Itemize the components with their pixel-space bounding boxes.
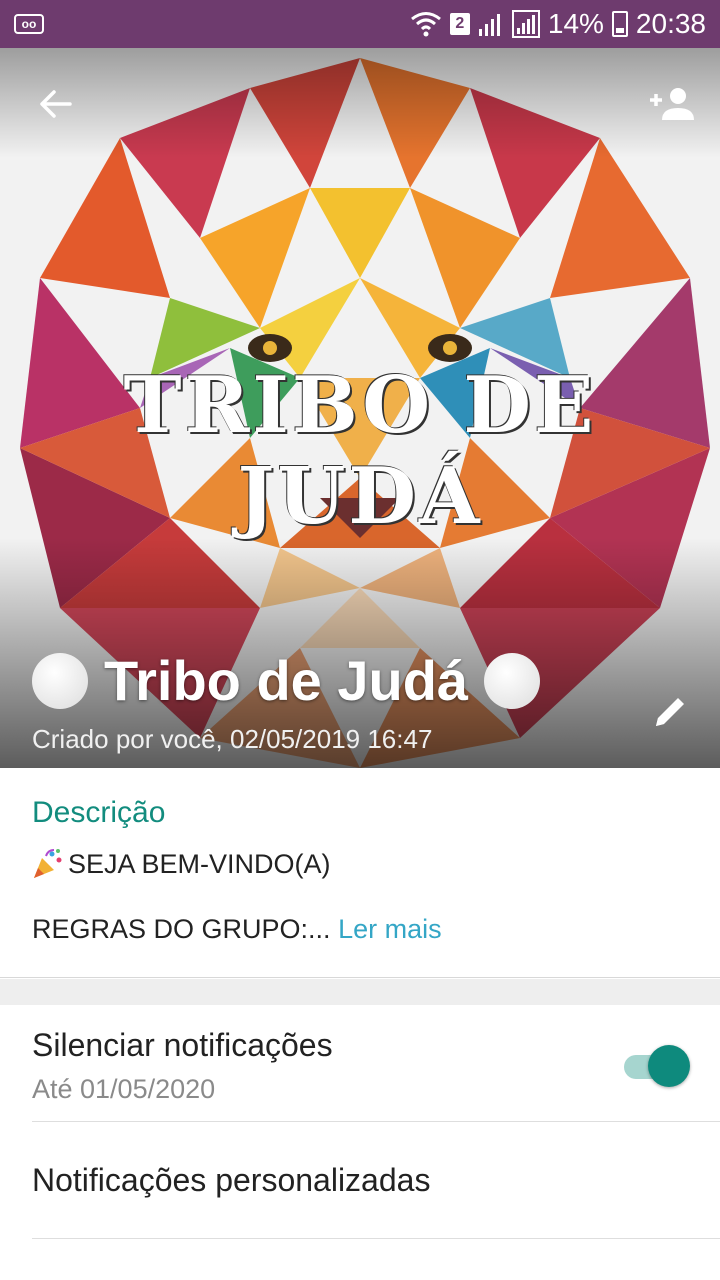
voicemail-icon: oo [14, 14, 44, 34]
status-left: oo [14, 14, 44, 34]
sim-slot-badge: 2 [449, 13, 470, 35]
status-bar: oo 2 14% 20:38 [0, 0, 720, 48]
top-shade [0, 48, 720, 158]
battery-icon [611, 11, 628, 37]
back-arrow-icon [40, 90, 72, 118]
description-rules: REGRAS DO GRUPO:... Ler mais [32, 914, 688, 945]
edit-pencil-icon [656, 698, 684, 726]
wifi-icon [410, 12, 441, 37]
mute-notifications-row[interactable]: Silenciar notificações Até 01/05/2020 [32, 1005, 720, 1122]
clock: 20:38 [635, 8, 706, 39]
mute-notifications-label: Silenciar notificações [32, 1027, 333, 1063]
group-name-row: Tribo de Judá [32, 648, 541, 713]
group-photo[interactable]: TRIBO DE JUDÁ Tribo de Judá Criado por v… [0, 48, 720, 768]
white-circle-emoji-icon [484, 652, 541, 709]
description-welcome: SEJA BEM-VINDO(A) [68, 848, 331, 879]
edit-group-name-button[interactable] [642, 684, 698, 740]
toggle-thumb [648, 1045, 690, 1087]
status-right: 2 14% 20:38 [410, 8, 706, 40]
read-more-link[interactable]: Ler mais [338, 914, 442, 944]
back-button[interactable] [28, 76, 84, 132]
add-participant-icon [650, 88, 694, 120]
rules-text: REGRAS DO GRUPO:... [32, 914, 331, 944]
description-line: SEJA BEM-VINDO(A) [32, 848, 688, 880]
signal-icon [478, 14, 500, 36]
section-divider [0, 979, 720, 1005]
white-circle-emoji-icon [32, 652, 88, 709]
battery-percent: 14% [547, 8, 604, 39]
mute-toggle[interactable] [624, 1045, 690, 1087]
party-popper-icon [34, 849, 62, 878]
created-info: Criado por você, 02/05/2019 16:47 [32, 724, 433, 754]
signal-icon-2 [511, 10, 540, 38]
settings-list: Silenciar notificações Até 01/05/2020 No… [0, 1005, 720, 1239]
description-card[interactable]: Descrição SEJA BEM-VINDO(A) REGRAS DO GR… [0, 768, 720, 978]
image-lettering: TRIBO DE JUDÁ [123, 360, 597, 542]
description-title: Descrição [32, 796, 166, 829]
add-participant-button[interactable] [642, 76, 698, 132]
group-name: Tribo de Judá [104, 649, 469, 712]
custom-notifications-row[interactable]: Notificações personalizadas [32, 1122, 720, 1239]
custom-notifications-label: Notificações personalizadas [32, 1162, 431, 1198]
mute-until: Até 01/05/2020 [32, 1074, 216, 1104]
